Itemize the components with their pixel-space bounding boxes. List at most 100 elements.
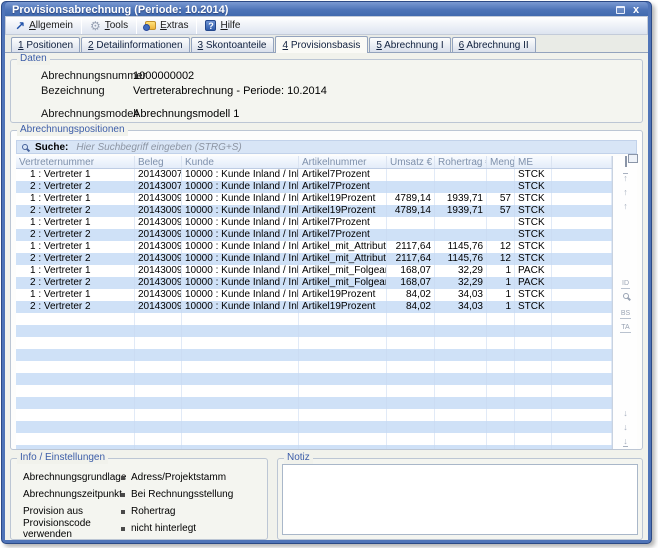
table-row[interactable]: 2 : Vertreter 22014300710000 : Kunde Inl… bbox=[16, 181, 612, 193]
cell-artikel: Artikel7Prozent bbox=[299, 181, 387, 193]
cell-me: PACK bbox=[515, 265, 552, 277]
id-search-button[interactable]: ID bbox=[613, 278, 638, 289]
cell-menge bbox=[487, 169, 515, 181]
scroll-to-bottom-button[interactable]: ↓ bbox=[613, 437, 638, 447]
column-header-beleg[interactable]: Beleg bbox=[135, 156, 182, 168]
bullet-icon bbox=[121, 476, 125, 480]
table-filler-row bbox=[16, 325, 612, 337]
cell-vertreter: 2 : Vertreter 2 bbox=[16, 301, 135, 313]
table-row[interactable]: 1 : Vertreter 12014300910000 : Kunde Inl… bbox=[16, 193, 612, 205]
cell-vertreter: 1 : Vertreter 1 bbox=[16, 241, 135, 253]
cell-rohertrag: 1939,71 bbox=[435, 205, 487, 217]
cell-vertreter bbox=[16, 445, 135, 449]
info-legend: Info / Einstellungen bbox=[17, 452, 108, 464]
table-row[interactable]: 2 : Vertreter 22014300910000 : Kunde Inl… bbox=[16, 277, 612, 289]
tab-detailinformationen[interactable]: 2 Detailinformationen bbox=[81, 37, 190, 52]
cell-rohertrag bbox=[435, 385, 487, 397]
column-header-vertreter[interactable]: Vertreternummer bbox=[16, 156, 135, 168]
cell-rohertrag bbox=[435, 313, 487, 325]
search-bar[interactable]: Suche: Hier Suchbegriff eingeben (STRG+S… bbox=[16, 140, 637, 154]
table-row[interactable]: 2 : Vertreter 22014300910000 : Kunde Inl… bbox=[16, 229, 612, 241]
cell-vertreter bbox=[16, 349, 135, 361]
close-button[interactable]: x bbox=[628, 3, 644, 16]
table-row[interactable]: 2 : Vertreter 22014300910000 : Kunde Inl… bbox=[16, 253, 612, 265]
toolbar-button-allgemein[interactable]: ↗ Allgemein bbox=[9, 18, 79, 33]
move-up-button[interactable]: ↑ bbox=[613, 188, 638, 198]
cell-menge bbox=[487, 361, 515, 373]
cell-me bbox=[515, 349, 552, 361]
restore-button[interactable] bbox=[612, 3, 628, 16]
cell-me bbox=[515, 373, 552, 385]
toolbar-button-tools[interactable]: ⚙ Tools bbox=[84, 18, 134, 34]
toolbar-button-extras[interactable]: Extras bbox=[139, 18, 194, 33]
cell-beleg: 20143009 bbox=[135, 301, 182, 313]
column-header-menge[interactable]: Menge bbox=[487, 156, 515, 168]
table-header-row: VertreternummerBelegKundeArtikelnummerUm… bbox=[16, 156, 612, 169]
cell-beleg: 20143009 bbox=[135, 241, 182, 253]
cell-spacer bbox=[552, 229, 612, 241]
table-row[interactable]: 2 : Vertreter 22014300910000 : Kunde Inl… bbox=[16, 205, 612, 217]
table-row[interactable]: 1 : Vertreter 12014300710000 : Kunde Inl… bbox=[16, 169, 612, 181]
table-row[interactable]: 1 : Vertreter 12014300910000 : Kunde Inl… bbox=[16, 289, 612, 301]
tab-provisionsbasis[interactable]: 4 Provisionsbasis bbox=[275, 36, 369, 53]
cell-spacer bbox=[552, 433, 612, 445]
cell-spacer bbox=[552, 337, 612, 349]
table-row[interactable]: 1 : Vertreter 12014300910000 : Kunde Inl… bbox=[16, 241, 612, 253]
cell-artikel bbox=[299, 421, 387, 433]
cell-me: STCK bbox=[515, 193, 552, 205]
toolbar-separator bbox=[136, 17, 137, 34]
table-filler-row bbox=[16, 349, 612, 361]
cell-spacer bbox=[552, 181, 612, 193]
field-abrechnungsnummer: Abrechnungsnummer 1000000002 bbox=[41, 69, 642, 84]
table-row[interactable]: 2 : Vertreter 22014300910000 : Kunde Inl… bbox=[16, 301, 612, 313]
cell-artikel: Artikel19Prozent bbox=[299, 289, 387, 301]
move-down-button[interactable]: ↓ bbox=[613, 409, 638, 419]
column-header-spacer[interactable] bbox=[552, 156, 612, 168]
cell-beleg bbox=[135, 313, 182, 325]
cell-spacer bbox=[552, 193, 612, 205]
page-up-button[interactable]: ↑ bbox=[613, 202, 638, 212]
cell-menge: 1 bbox=[487, 289, 515, 301]
daten-groupbox: Daten Abrechnungsnummer 1000000002 Bezei… bbox=[10, 59, 643, 123]
table-row[interactable]: 1 : Vertreter 12014300910000 : Kunde Inl… bbox=[16, 217, 612, 229]
field-label: Abrechnungsmodell bbox=[41, 107, 133, 122]
cell-vertreter bbox=[16, 337, 135, 349]
table-row[interactable]: 1 : Vertreter 12014300910000 : Kunde Inl… bbox=[16, 265, 612, 277]
cell-me: STCK bbox=[515, 217, 552, 229]
cell-rohertrag bbox=[435, 361, 487, 373]
page-down-button[interactable]: ↓ bbox=[613, 423, 638, 433]
cell-spacer bbox=[552, 373, 612, 385]
ne-arrow-icon: ↗ bbox=[15, 21, 25, 31]
column-header-umsatz[interactable]: Umsatz € bbox=[387, 156, 435, 168]
tab-positionen[interactable]: 1 Positionen bbox=[11, 37, 80, 52]
column-header-artikel[interactable]: Artikelnummer bbox=[299, 156, 387, 168]
toolbar-button-hilfe[interactable]: ? Hilfe bbox=[199, 18, 246, 33]
cell-menge bbox=[487, 349, 515, 361]
cell-beleg bbox=[135, 349, 182, 361]
cell-rohertrag bbox=[435, 169, 487, 181]
cell-beleg bbox=[135, 397, 182, 409]
cell-kunde bbox=[182, 445, 299, 449]
ta-button[interactable]: TA bbox=[613, 322, 638, 333]
column-header-kunde[interactable]: Kunde bbox=[182, 156, 299, 168]
cell-kunde: 10000 : Kunde Inland / Inlandsort bbox=[182, 277, 299, 289]
bs-button[interactable]: BS bbox=[613, 308, 638, 319]
cell-umsatz bbox=[387, 217, 435, 229]
tab-skontoanteile[interactable]: 3 Skontoanteile bbox=[191, 37, 274, 52]
cell-umsatz: 4789,14 bbox=[387, 205, 435, 217]
cell-kunde bbox=[182, 313, 299, 325]
toolbox-icon bbox=[145, 21, 156, 30]
cell-umsatz bbox=[387, 349, 435, 361]
column-header-rohertrag[interactable]: Rohertrag € bbox=[435, 156, 487, 168]
info-value: Rohertrag bbox=[131, 506, 175, 517]
column-header-me[interactable]: ME bbox=[515, 156, 552, 168]
notiz-textarea[interactable] bbox=[282, 464, 638, 535]
tab-abrechnung-2[interactable]: 6 Abrechnung II bbox=[452, 37, 536, 52]
copy-grid-button[interactable] bbox=[613, 157, 638, 167]
cell-me: STCK bbox=[515, 289, 552, 301]
tab-abrechnung-1[interactable]: 5 Abrechnung I bbox=[369, 37, 450, 52]
cell-rohertrag bbox=[435, 397, 487, 409]
cell-rohertrag bbox=[435, 181, 487, 193]
scroll-to-top-button[interactable]: ↑ bbox=[613, 173, 638, 184]
grid-search-button[interactable] bbox=[613, 292, 638, 302]
